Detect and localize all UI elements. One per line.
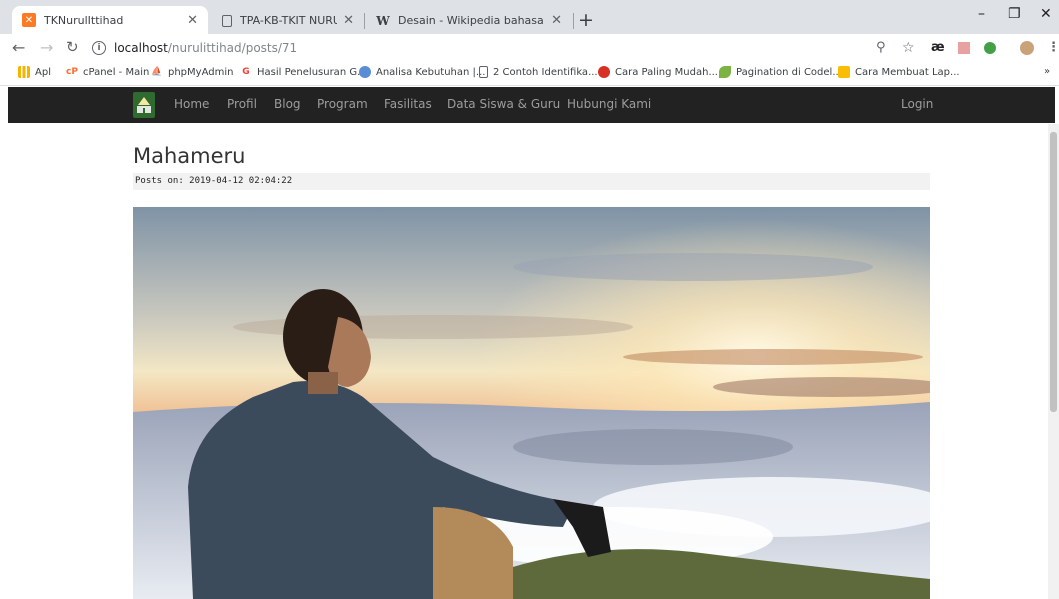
page-scrollbar[interactable] xyxy=(1048,124,1059,599)
page-icon xyxy=(222,14,232,27)
profile-avatar-icon[interactable] xyxy=(1020,41,1034,55)
nav-data-siswa-guru[interactable]: Data Siswa & Guru xyxy=(447,97,560,111)
ae-extension-icon[interactable]: æ xyxy=(931,40,945,55)
phpmyadmin-icon: ⛵ xyxy=(151,67,163,77)
tab-active[interactable]: ✕ TKNurulIttihad ✕ xyxy=(12,6,208,34)
tab-2[interactable]: TPA-KB-TKIT NURUL ITTIHAD M ✕ xyxy=(212,7,364,34)
mosque-logo-icon xyxy=(135,94,153,116)
post-image xyxy=(133,207,930,599)
tab-separator xyxy=(573,13,574,29)
bookmark-label: Hasil Penelusuran G... xyxy=(257,66,367,78)
bookmark-label: Cara Paling Mudah... xyxy=(615,66,718,78)
leaf-icon xyxy=(719,66,731,78)
post-meta: Posts on: 2019-04-12 02:04:22 xyxy=(133,173,930,190)
browser-tabstrip: ✕ TKNurulIttihad ✕ TPA-KB-TKIT NURUL ITT… xyxy=(0,0,1059,34)
bookmark-phpmyadmin[interactable]: ⛵ phpMyAdmin xyxy=(151,66,233,78)
google-icon: G xyxy=(242,67,250,77)
nav-hubungi-kami[interactable]: Hubungi Kami xyxy=(567,97,651,111)
bookmark-hasil-penelusuran[interactable]: G Hasil Penelusuran G... xyxy=(240,66,367,78)
xampp-icon: ✕ xyxy=(22,13,36,27)
apps-grid-icon xyxy=(18,66,30,78)
tab-title: TPA-KB-TKIT NURUL ITTIHAD M xyxy=(240,14,338,27)
bookmarks-bar: Apl cP cPanel - Main ⛵ phpMyAdmin G Hasi… xyxy=(0,62,1059,86)
info-icon[interactable]: i xyxy=(92,41,106,55)
tab-3[interactable]: W Desain - Wikipedia bahasa Indon ✕ xyxy=(366,7,572,34)
bookmark-pagination[interactable]: Pagination di Codel... xyxy=(719,66,842,78)
mountain-sunset-photo xyxy=(133,207,930,599)
menu-kebab-icon[interactable]: ⋮ xyxy=(1047,40,1059,55)
pdf-extension-icon[interactable] xyxy=(958,42,970,54)
zoom-icon[interactable]: ⚲ xyxy=(876,40,886,55)
site-icon xyxy=(598,66,610,78)
wikipedia-icon: W xyxy=(376,13,390,28)
nav-home[interactable]: Home xyxy=(174,97,209,111)
site-icon xyxy=(838,66,850,78)
close-tab-icon[interactable]: ✕ xyxy=(343,13,354,28)
reload-icon[interactable]: ↻ xyxy=(66,38,79,56)
nav-login[interactable]: Login xyxy=(901,97,933,111)
bookmark-cara-paling-mudah[interactable]: Cara Paling Mudah... xyxy=(598,66,718,78)
bookmark-label: Apl xyxy=(35,66,51,78)
nav-fasilitas[interactable]: Fasilitas xyxy=(384,97,432,111)
bookmark-label: Analisa Kebutuhan |... xyxy=(376,66,486,78)
tab-title: TKNurulIttihad xyxy=(44,13,124,27)
tab-separator xyxy=(364,13,365,29)
bookmark-label: 2 Contoh Identifika... xyxy=(493,66,598,78)
close-tab-icon[interactable]: ✕ xyxy=(187,13,198,28)
bookmark-label: phpMyAdmin xyxy=(168,66,234,78)
bookmark-cara-membuat[interactable]: Cara Membuat Lap... xyxy=(838,66,960,78)
bookmark-label: cPanel - Main xyxy=(83,66,150,78)
nav-profil[interactable]: Profil xyxy=(227,97,257,111)
page-icon xyxy=(479,66,488,78)
tab-title: Desain - Wikipedia bahasa Indon xyxy=(398,14,545,27)
scrollbar-thumb[interactable] xyxy=(1050,132,1057,412)
browser-toolbar: ← → ↻ i localhost/nurulittihad/posts/71 … xyxy=(0,34,1059,62)
post-title: Mahameru xyxy=(133,144,246,168)
school-logo[interactable] xyxy=(133,92,155,118)
extension-icon[interactable] xyxy=(984,42,996,54)
bookmark-cpanel[interactable]: cP cPanel - Main xyxy=(66,66,149,78)
url-host: localhost xyxy=(114,41,168,55)
bookmark-contoh-identifikasi[interactable]: 2 Contoh Identifika... xyxy=(479,66,598,78)
bookmark-analisa-kebutuhan[interactable]: Analisa Kebutuhan |... xyxy=(359,66,485,78)
minimize-button[interactable]: – xyxy=(978,6,985,22)
bookmarks-overflow-button[interactable]: » xyxy=(1044,66,1050,77)
address-bar[interactable]: i localhost/nurulittihad/posts/71 xyxy=(92,37,912,59)
bookmark-label: Pagination di Codel... xyxy=(736,66,842,78)
url-path: /nurulittihad/posts/71 xyxy=(167,41,298,55)
star-icon[interactable]: ☆ xyxy=(902,40,915,56)
close-tab-icon[interactable]: ✕ xyxy=(551,13,562,28)
forward-arrow-icon[interactable]: → xyxy=(40,38,53,57)
restore-button[interactable]: ❐ xyxy=(1008,6,1021,22)
close-window-button[interactable]: ✕ xyxy=(1040,6,1052,22)
site-navbar: Home Profil Blog Program Fasilitas Data … xyxy=(8,87,1055,123)
bookmark-label: Cara Membuat Lap... xyxy=(855,66,960,78)
nav-blog[interactable]: Blog xyxy=(274,97,301,111)
nav-program[interactable]: Program xyxy=(317,97,368,111)
bookmark-apl[interactable]: Apl xyxy=(18,66,51,78)
cpanel-icon: cP xyxy=(66,67,78,77)
globe-icon xyxy=(359,66,371,78)
new-tab-button[interactable]: + xyxy=(578,9,594,31)
back-arrow-icon[interactable]: ← xyxy=(12,38,25,57)
